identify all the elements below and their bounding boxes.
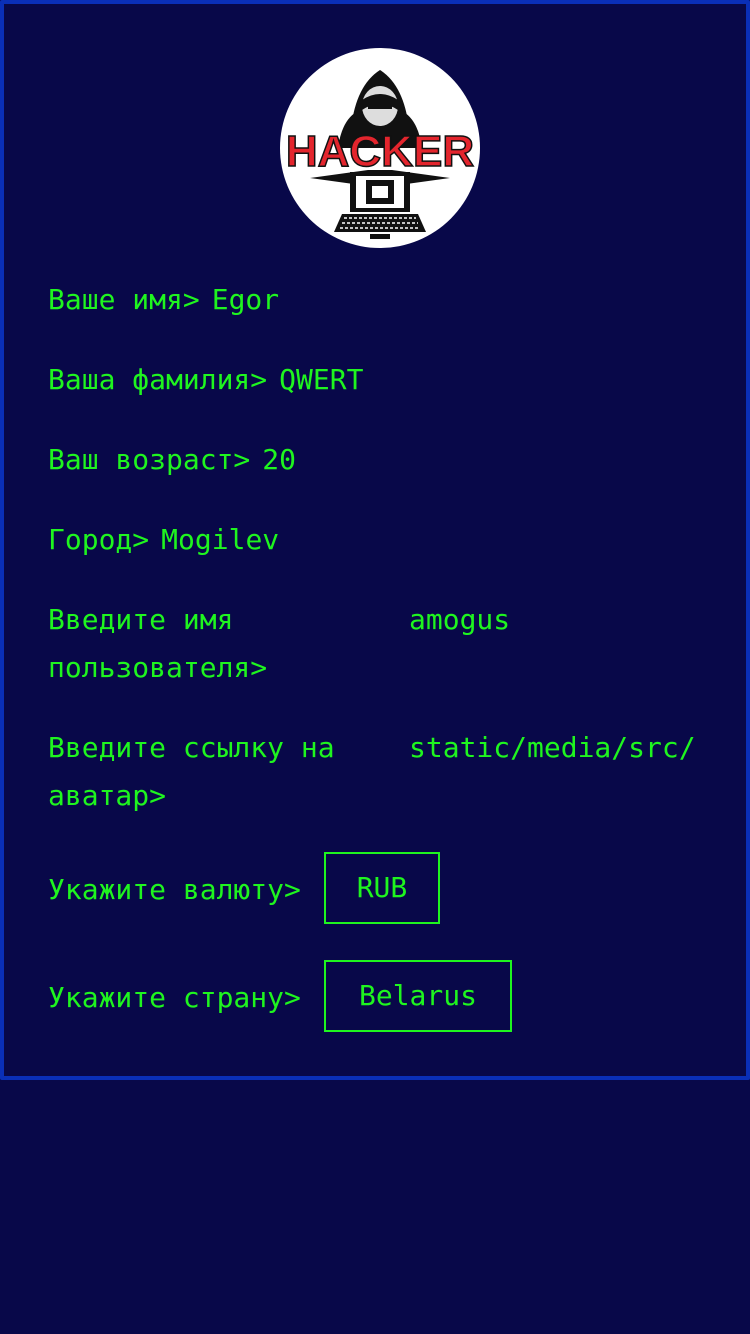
- age-label: Ваш возраст>: [48, 443, 251, 476]
- first-name-value[interactable]: Egor: [212, 276, 279, 324]
- username-input[interactable]: amogus: [409, 596, 510, 644]
- profile-panel: HACKER Ваше имя> Egor Ваша фамилия> QWERT …: [0, 0, 750, 1080]
- username-label: Введите имя пользователя>: [48, 603, 268, 684]
- avatar-link-row: Введите ссылку на аватар> static/media/s…: [48, 724, 696, 820]
- city-row: Город> Mogilev: [48, 516, 279, 564]
- city-value[interactable]: Mogilev: [161, 516, 279, 564]
- currency-select[interactable]: RUB: [324, 852, 440, 924]
- hacker-avatar-icon: HACKER: [285, 70, 475, 239]
- logo-text: HACKER: [286, 127, 474, 176]
- age-row: Ваш возраст> 20: [48, 436, 296, 484]
- avatar: HACKER: [280, 48, 480, 248]
- first-name-row: Ваше имя> Egor: [48, 276, 279, 324]
- last-name-row: Ваша фамилия> QWERT: [48, 356, 363, 404]
- currency-row: Укажите валюту>: [48, 866, 313, 914]
- avatar-link-input[interactable]: static/media/src/: [409, 724, 696, 772]
- age-value[interactable]: 20: [262, 436, 296, 484]
- country-label: Укажите страну>: [48, 981, 301, 1014]
- avatar-link-label: Введите ссылку на аватар>: [48, 731, 335, 812]
- first-name-label: Ваше имя>: [48, 283, 200, 316]
- country-select[interactable]: Belarus: [324, 960, 512, 1032]
- city-label: Город>: [48, 523, 150, 556]
- last-name-label: Ваша фамилия>: [48, 363, 268, 396]
- username-row: Введите имя пользователя> amogus: [48, 596, 510, 692]
- currency-label: Укажите валюту>: [48, 873, 301, 906]
- country-row: Укажите страну>: [48, 974, 313, 1022]
- last-name-value[interactable]: QWERT: [279, 356, 363, 404]
